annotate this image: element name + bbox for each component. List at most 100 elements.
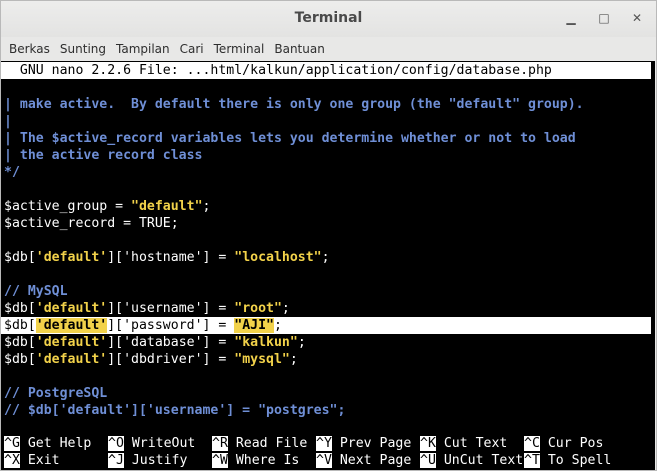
shortcut-item[interactable]: ^C Cur Pos bbox=[524, 435, 603, 452]
code-token: ]['password'] = bbox=[107, 318, 235, 333]
shortcut-key: ^G bbox=[4, 436, 20, 451]
shortcut-label: To Spell bbox=[539, 453, 612, 468]
nano-header: GNU nano 2.2.6 File: ...html/kalkun/appl… bbox=[1, 62, 651, 79]
code-token: 'default' bbox=[35, 250, 108, 265]
shortcut-row: ^X Exit ^J Justify ^W Where Is ^V Next Page… bbox=[1, 452, 655, 469]
code-token: $db[ bbox=[4, 250, 36, 265]
shortcut-item[interactable]: ^T To Spell bbox=[524, 452, 611, 469]
code-token: 'default' bbox=[35, 318, 108, 333]
shortcut-key: ^J bbox=[108, 453, 124, 468]
shortcut-key: ^T bbox=[524, 453, 540, 468]
menu-terminal[interactable]: Terminal bbox=[214, 39, 265, 61]
code-token: | make active. By default there is only … bbox=[4, 97, 584, 112]
code-token: $db[ bbox=[4, 352, 36, 367]
shortcut-label: Justify bbox=[123, 453, 188, 468]
shortcut-label: Cut Text bbox=[435, 436, 508, 451]
code-token: 'default' bbox=[35, 335, 108, 350]
terminal-area[interactable]: GNU nano 2.2.6 File: ...html/kalkun/appl… bbox=[1, 61, 655, 470]
shortcut-key: ^W bbox=[212, 453, 228, 468]
shortcut-label: Next Page bbox=[331, 453, 412, 468]
shortcut-item[interactable]: ^J Justify bbox=[108, 452, 187, 469]
shortcut-item[interactable]: ^Y Prev Page bbox=[316, 435, 411, 452]
code-token: ]['hostname'] = bbox=[107, 250, 235, 265]
shortcut-key: ^U bbox=[420, 453, 436, 468]
code-token: | the active record class bbox=[4, 148, 203, 163]
close-icon[interactable]: ✕ bbox=[630, 11, 644, 25]
shortcut-item[interactable]: ^X Exit bbox=[4, 452, 60, 469]
code-token: "default" bbox=[131, 199, 203, 214]
shortcut-label: WriteOut bbox=[123, 436, 196, 451]
shortcut-item[interactable]: ^K Cut Text bbox=[420, 435, 507, 452]
code-line: | make active. By default there is only … bbox=[4, 96, 584, 113]
code-line: $db['default']['dbdriver'] = "mysql"; bbox=[4, 351, 298, 368]
code-token: $db[ bbox=[4, 318, 36, 333]
maximize-icon[interactable]: □ bbox=[597, 11, 611, 25]
shortcut-key: ^O bbox=[108, 436, 124, 451]
code-token: ; bbox=[297, 335, 306, 350]
shortcut-label: Where Is bbox=[227, 453, 300, 468]
window-title: Terminal bbox=[294, 10, 363, 26]
code-token: $db[ bbox=[4, 301, 36, 316]
code-line: */ bbox=[4, 164, 20, 181]
code-token: 'default' bbox=[35, 301, 108, 316]
code-token: ]['database'] = bbox=[107, 335, 235, 350]
code-token: ; bbox=[321, 250, 330, 265]
shortcut-row: ^G Get Help ^O WriteOut ^R Read File ^Y Pre… bbox=[1, 435, 655, 452]
code-token: "mysql" bbox=[234, 352, 290, 367]
shortcut-label: Read File bbox=[227, 436, 308, 451]
code-token: ; bbox=[202, 199, 211, 214]
code-token: "localhost" bbox=[234, 250, 322, 265]
code-token: // PostgreSQL bbox=[4, 386, 108, 401]
shortcut-label: Prev Page bbox=[331, 436, 412, 451]
code-line: // PostgreSQL bbox=[4, 385, 107, 402]
code-token: "root" bbox=[234, 301, 282, 316]
shortcut-item[interactable]: ^R Read File bbox=[212, 435, 307, 452]
code-line: $active_group = "default"; bbox=[4, 198, 210, 215]
shortcut-label: Cur Pos bbox=[539, 436, 604, 451]
shortcut-label: Get Help bbox=[19, 436, 92, 451]
shortcut-key: ^X bbox=[4, 453, 20, 468]
code-line: $db['default']['username'] = "root"; bbox=[4, 300, 290, 317]
menu-cari[interactable]: Cari bbox=[180, 39, 204, 61]
minimize-icon[interactable]: ▁ bbox=[564, 11, 578, 25]
code-token: ]['username'] = bbox=[107, 301, 235, 316]
code-token: ]['dbdriver'] = bbox=[107, 352, 235, 367]
terminal-window: Terminal ▁ □ ✕ Berkas Sunting Tampilan C… bbox=[0, 0, 657, 471]
code-token: | The $active_record variables lets you … bbox=[4, 131, 576, 146]
shortcut-item[interactable]: ^G Get Help bbox=[4, 435, 91, 452]
code-token: */ bbox=[4, 165, 20, 180]
code-line: $db['default']['database'] = "kalkun"; bbox=[4, 334, 306, 351]
menu-sunting[interactable]: Sunting bbox=[60, 39, 106, 61]
code-token: // MySQL bbox=[4, 284, 68, 299]
shortcut-item[interactable]: ^W Where Is bbox=[212, 452, 299, 469]
code-line: $active_record = TRUE; bbox=[4, 215, 179, 232]
code-token: $db[ bbox=[4, 335, 36, 350]
menu-bantuan[interactable]: Bantuan bbox=[274, 39, 324, 61]
shortcut-item[interactable]: ^O WriteOut bbox=[108, 435, 195, 452]
code-token: ; bbox=[289, 352, 298, 367]
code-token: $active_group = bbox=[4, 199, 132, 214]
code-token: $active_record = TRUE; bbox=[4, 216, 179, 231]
shortcut-key: ^Y bbox=[316, 436, 332, 451]
code-token: 'default' bbox=[35, 352, 108, 367]
menu-berkas[interactable]: Berkas bbox=[9, 39, 50, 61]
code-line: $db['default']['hostname'] = "localhost"… bbox=[4, 249, 330, 266]
code-line-highlighted: $db['default']['password'] = "AJI"; bbox=[1, 317, 651, 334]
menu-tampilan[interactable]: Tampilan bbox=[116, 39, 170, 61]
code-line: // MySQL bbox=[4, 283, 68, 300]
title-bar[interactable]: Terminal ▁ □ ✕ bbox=[1, 1, 656, 37]
code-line: | the active record class bbox=[4, 147, 203, 164]
code-token: ; bbox=[273, 318, 282, 333]
shortcut-key: ^R bbox=[212, 436, 228, 451]
shortcut-item[interactable]: ^V Next Page bbox=[316, 452, 411, 469]
code-token: ; bbox=[281, 301, 290, 316]
shortcut-label: Exit bbox=[19, 453, 60, 468]
shortcut-key: ^V bbox=[316, 453, 332, 468]
code-line: | The $active_record variables lets you … bbox=[4, 130, 576, 147]
shortcut-item[interactable]: ^U UnCut Text bbox=[420, 452, 523, 469]
code-token: "AJI" bbox=[234, 318, 274, 333]
shortcut-key: ^K bbox=[420, 436, 436, 451]
shortcut-key: ^C bbox=[524, 436, 540, 451]
code-line: // $db['default']['username'] = "postgre… bbox=[4, 402, 345, 419]
shortcut-label: UnCut Text bbox=[435, 453, 524, 468]
